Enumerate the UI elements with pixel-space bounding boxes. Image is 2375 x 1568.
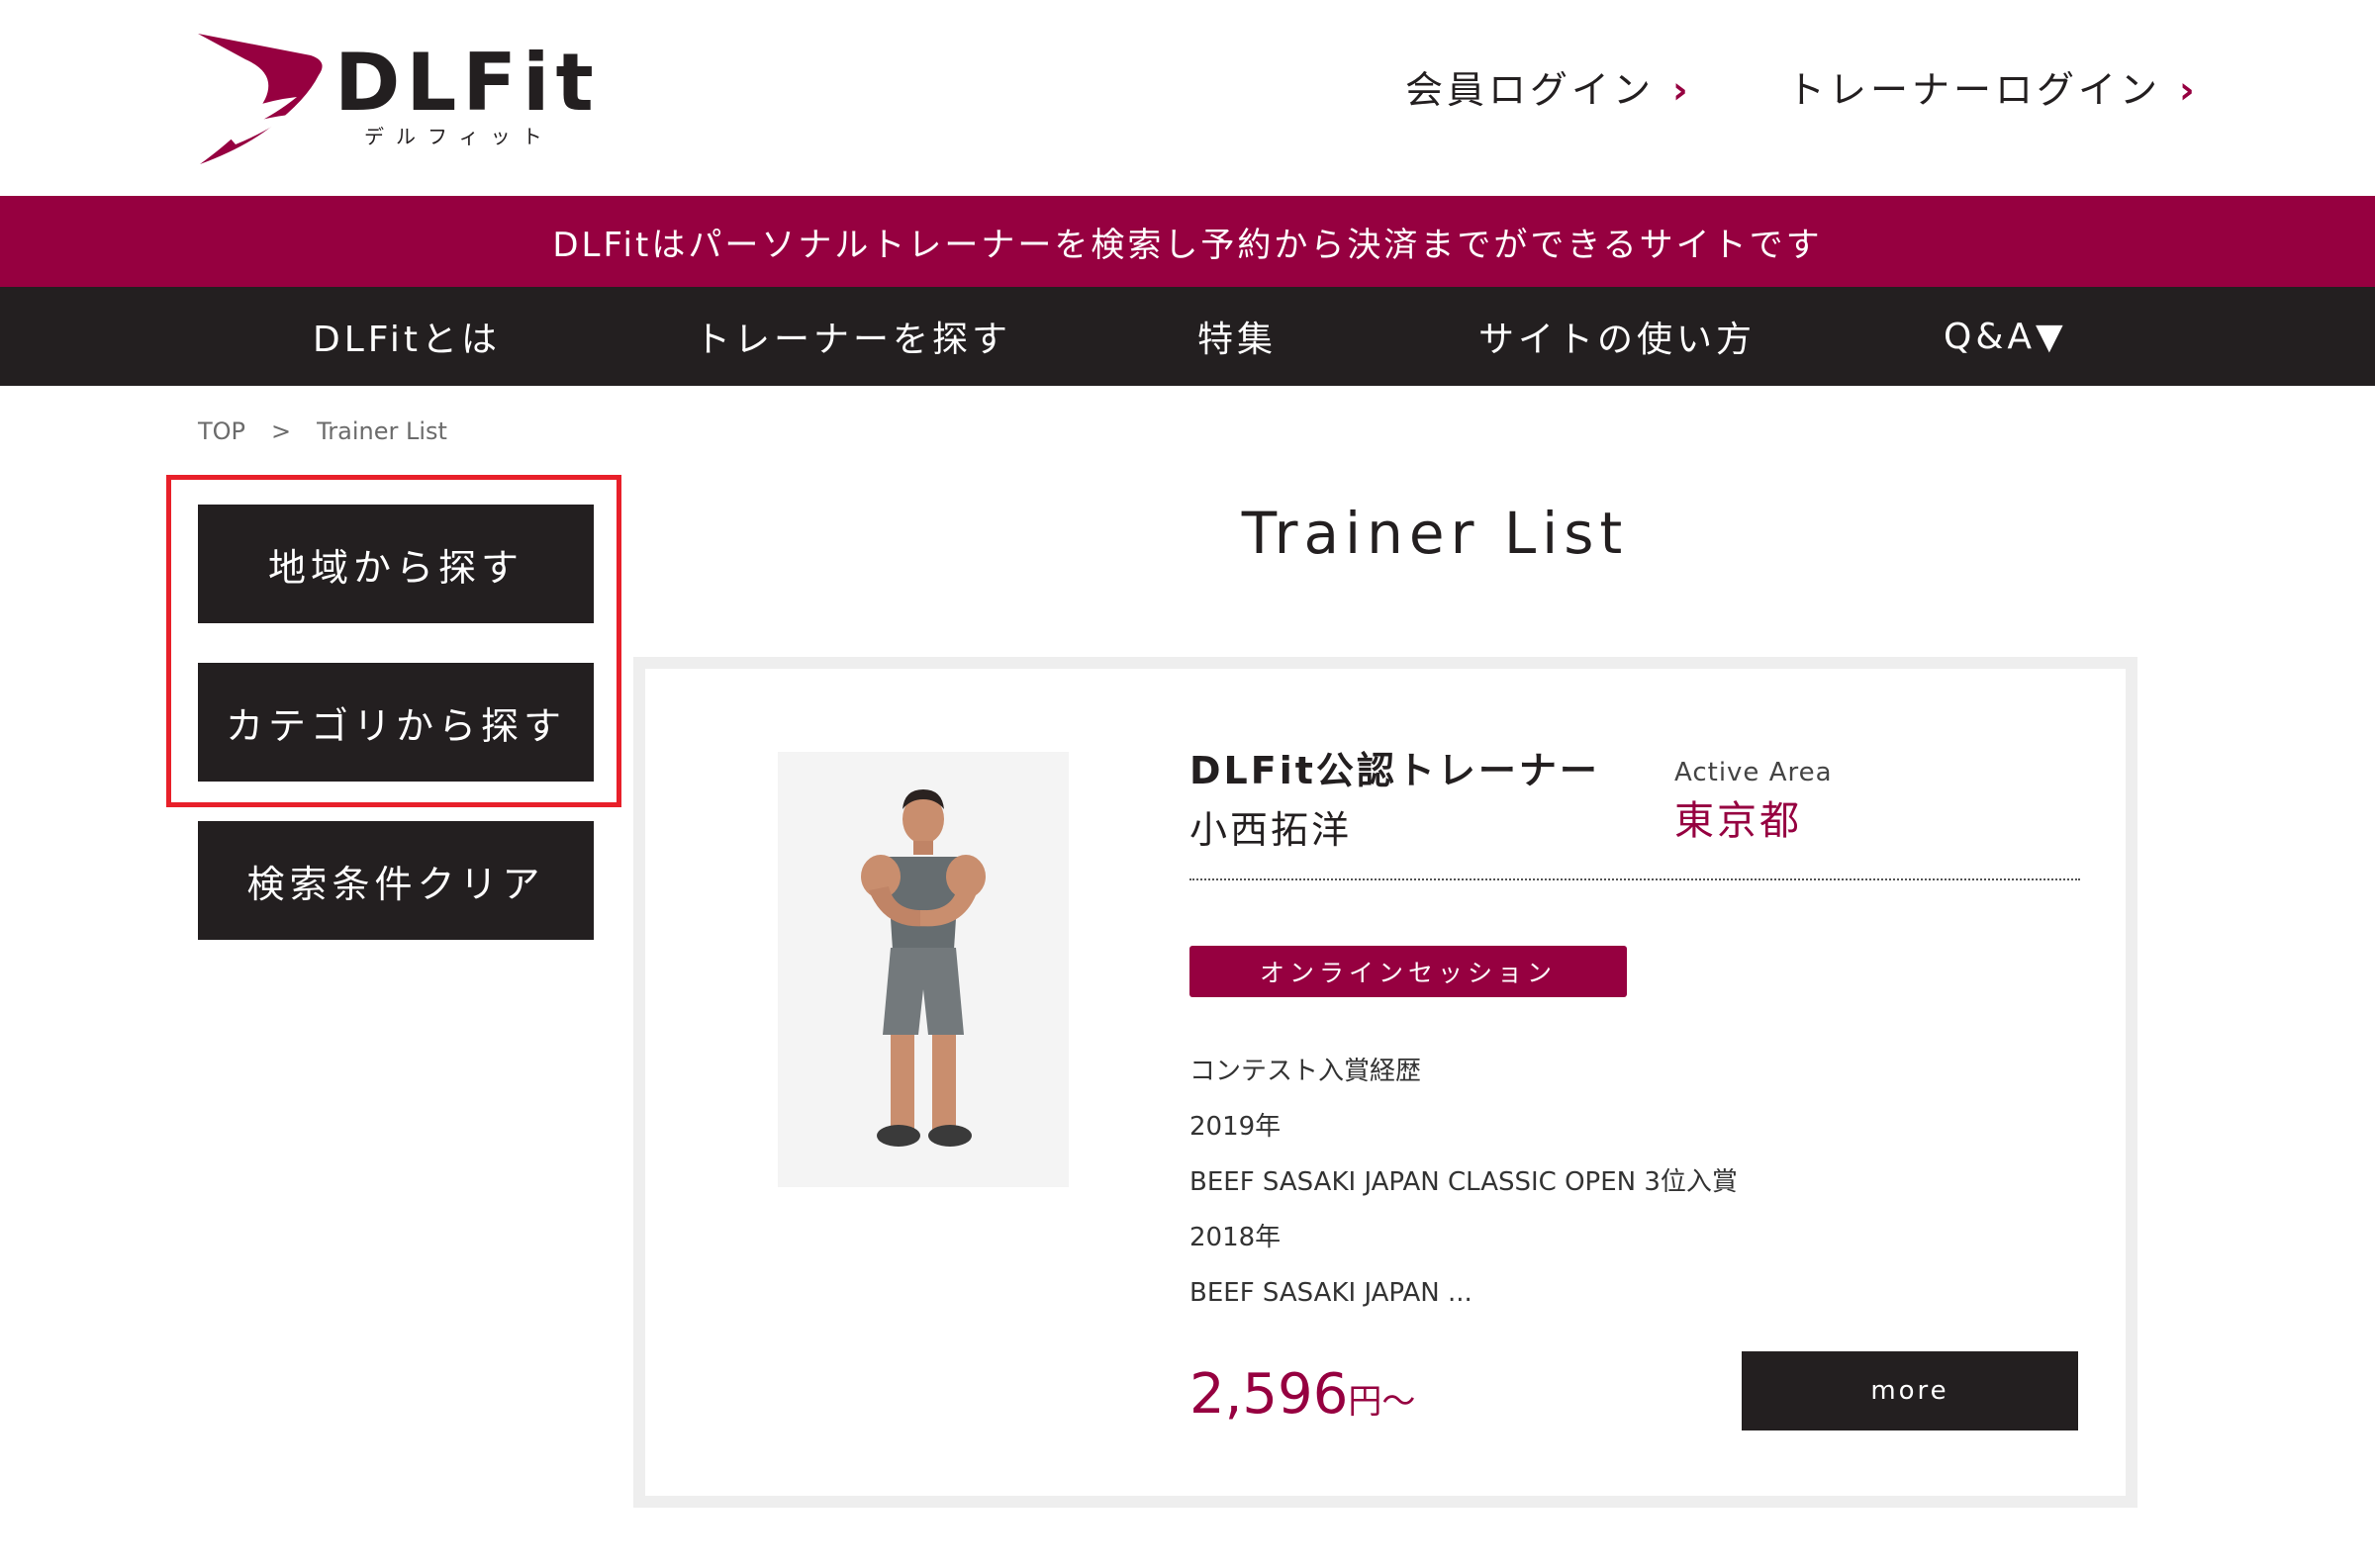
main-nav: DLFitとは トレーナーを探す 特集 サイトの使い方 Q&A▼ [0,287,2375,386]
site-tagline-banner: DLFitはパーソナルトレーナーを検索し予約から決済までができるサイトです [0,196,2375,287]
dlfit-logo[interactable]: DLFit デルフィット [194,30,594,168]
page-title: Trainer List [1241,500,1629,567]
search-by-region-button[interactable]: 地域から探す [198,505,594,623]
breadcrumb-current: Trainer List [317,417,447,445]
nav-item-qa[interactable]: Q&A▼ [1944,287,2067,386]
active-area-value: 東京都 [1674,798,1802,844]
nav-item-features[interactable]: 特集 [1197,287,1277,386]
trainer-login-link[interactable]: トレーナーログイン › [1787,71,2199,109]
price-value: 2,596 [1189,1362,1349,1427]
nav-item-about[interactable]: DLFitとは [313,287,501,386]
trainer-certification-label: DLFit公認トレーナー [1189,749,1600,792]
bio-line: コンテスト入賞経歴 [1189,1057,1422,1086]
member-login-label: 会員ログイン [1405,68,1656,112]
trainer-photo[interactable] [778,752,1069,1187]
logo-subtext: デルフィット [364,125,554,148]
price-suffix: 円〜 [1348,1382,1416,1422]
chevron-right-icon: › [1672,68,1692,112]
online-session-tag: オンラインセッション [1189,946,1627,997]
price: 2,596円〜 [1189,1367,1415,1423]
active-area-label: Active Area [1674,758,1833,787]
logo-text: DLFit [334,37,600,129]
trainer-figure-icon [778,752,1069,1187]
breadcrumb-separator: > [271,417,292,445]
site-header: DLFit デルフィット 会員ログイン › トレーナーログイン › [0,0,2375,196]
bio-line: 2018年 [1189,1223,1282,1252]
card-divider [1189,878,2080,880]
dlfit-logo-icon [198,34,323,164]
trainer-card: DLFit公認トレーナー 小西拓洋 Active Area 東京都 オンラインセ… [633,657,2138,1508]
chevron-right-icon: › [2179,68,2199,112]
bio-line: BEEF SASAKI JAPAN ... [1189,1278,1472,1308]
search-by-category-button[interactable]: カテゴリから探す [198,663,594,782]
breadcrumb: TOP > Trainer List [198,419,447,443]
banner-text: DLFitはパーソナルトレーナーを検索し予約から決済までができるサイトです [552,225,1823,265]
trainer-login-label: トレーナーログイン [1787,68,2162,112]
member-login-link[interactable]: 会員ログイン › [1405,71,1692,109]
more-button[interactable]: more [1742,1351,2078,1430]
clear-search-button[interactable]: 検索条件クリア [198,821,594,940]
trainer-name[interactable]: 小西拓洋 [1189,811,1352,849]
nav-item-find-trainer[interactable]: トレーナーを探す [695,287,1011,386]
bio-line: BEEF SASAKI JAPAN CLASSIC OPEN 3位入賞 [1189,1167,1738,1197]
nav-item-how-to-use[interactable]: サイトの使い方 [1478,287,1756,386]
bio-line: 2019年 [1189,1112,1282,1142]
breadcrumb-top[interactable]: TOP [198,419,245,443]
